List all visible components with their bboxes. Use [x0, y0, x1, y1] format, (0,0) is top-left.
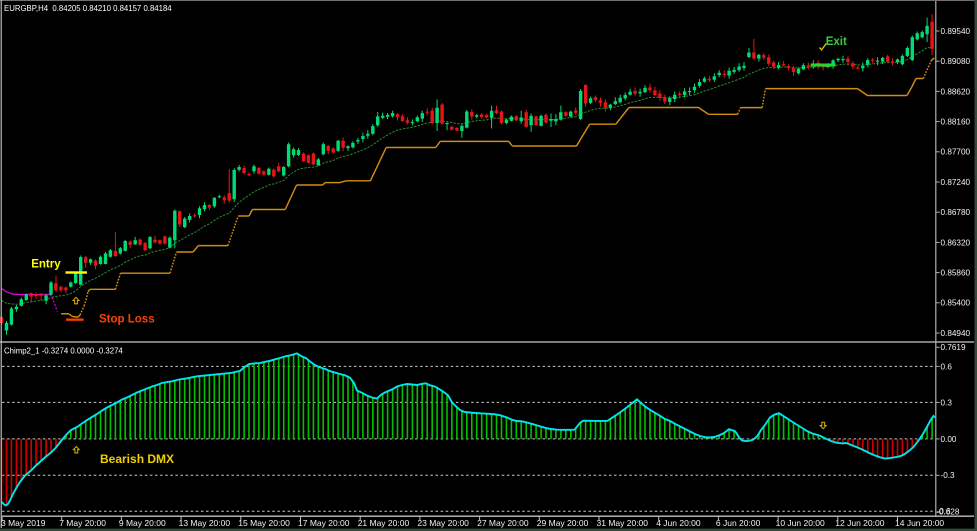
svg-text:Chimp2_1 -0.3274 0.0000 -0.327: Chimp2_1 -0.3274 0.0000 -0.3274 [4, 347, 123, 356]
svg-text:21 May 20:00: 21 May 20:00 [358, 518, 410, 528]
svg-text:31 May 20:00: 31 May 20:00 [597, 518, 649, 528]
svg-text:EURGBP,H4 0.84205 0.84210 0.8: EURGBP,H4 0.84205 0.84210 0.84157 0.8418… [4, 4, 172, 13]
svg-text:0.87240: 0.87240 [941, 178, 971, 187]
svg-text:15 May 20:00: 15 May 20:00 [238, 518, 290, 528]
svg-text:4 Jun 20:00: 4 Jun 20:00 [656, 518, 701, 528]
svg-text:12 Jun 20:00: 12 Jun 20:00 [835, 518, 884, 528]
svg-text:0.7619: 0.7619 [941, 343, 966, 352]
svg-text:9 May 20:00: 9 May 20:00 [119, 518, 166, 528]
svg-text:13 May 20:00: 13 May 20:00 [179, 518, 231, 528]
svg-text:27 May 20:00: 27 May 20:00 [477, 518, 529, 528]
svg-text:17 May 20:00: 17 May 20:00 [298, 518, 350, 528]
svg-text:0.85860: 0.85860 [941, 269, 971, 278]
svg-text:0.88620: 0.88620 [941, 87, 971, 96]
svg-text:Stop Loss: Stop Loss [99, 313, 155, 325]
svg-text:29 May 20:00: 29 May 20:00 [537, 518, 589, 528]
svg-text:Entry: Entry [31, 259, 61, 271]
svg-text:-0.628: -0.628 [936, 508, 960, 517]
svg-text:7 May 20:00: 7 May 20:00 [59, 518, 106, 528]
svg-text:23 May 20:00: 23 May 20:00 [417, 518, 469, 528]
svg-text:Exit: Exit [826, 36, 847, 48]
svg-text:10 Jun 20:00: 10 Jun 20:00 [776, 518, 825, 528]
svg-text:0.00: 0.00 [941, 435, 957, 444]
svg-text:3 May 2019: 3 May 2019 [1, 518, 46, 528]
svg-text:0.85400: 0.85400 [941, 299, 971, 308]
svg-text:0.89080: 0.89080 [941, 57, 971, 66]
svg-text:Bearish DMX: Bearish DMX [100, 452, 174, 466]
svg-text:0.86320: 0.86320 [941, 238, 971, 247]
svg-text:0.88160: 0.88160 [941, 118, 971, 127]
svg-text:-0.3: -0.3 [941, 471, 956, 480]
svg-text:6 Jun 20:00: 6 Jun 20:00 [716, 518, 761, 528]
svg-text:0.84940: 0.84940 [941, 329, 971, 338]
svg-text:0.6: 0.6 [941, 362, 953, 371]
svg-text:0.89540: 0.89540 [941, 27, 971, 36]
svg-text:0.86780: 0.86780 [941, 208, 971, 217]
svg-text:0.3: 0.3 [941, 398, 953, 407]
svg-text:0.87700: 0.87700 [941, 148, 971, 157]
svg-text:14 Jun 20:00: 14 Jun 20:00 [895, 518, 944, 528]
